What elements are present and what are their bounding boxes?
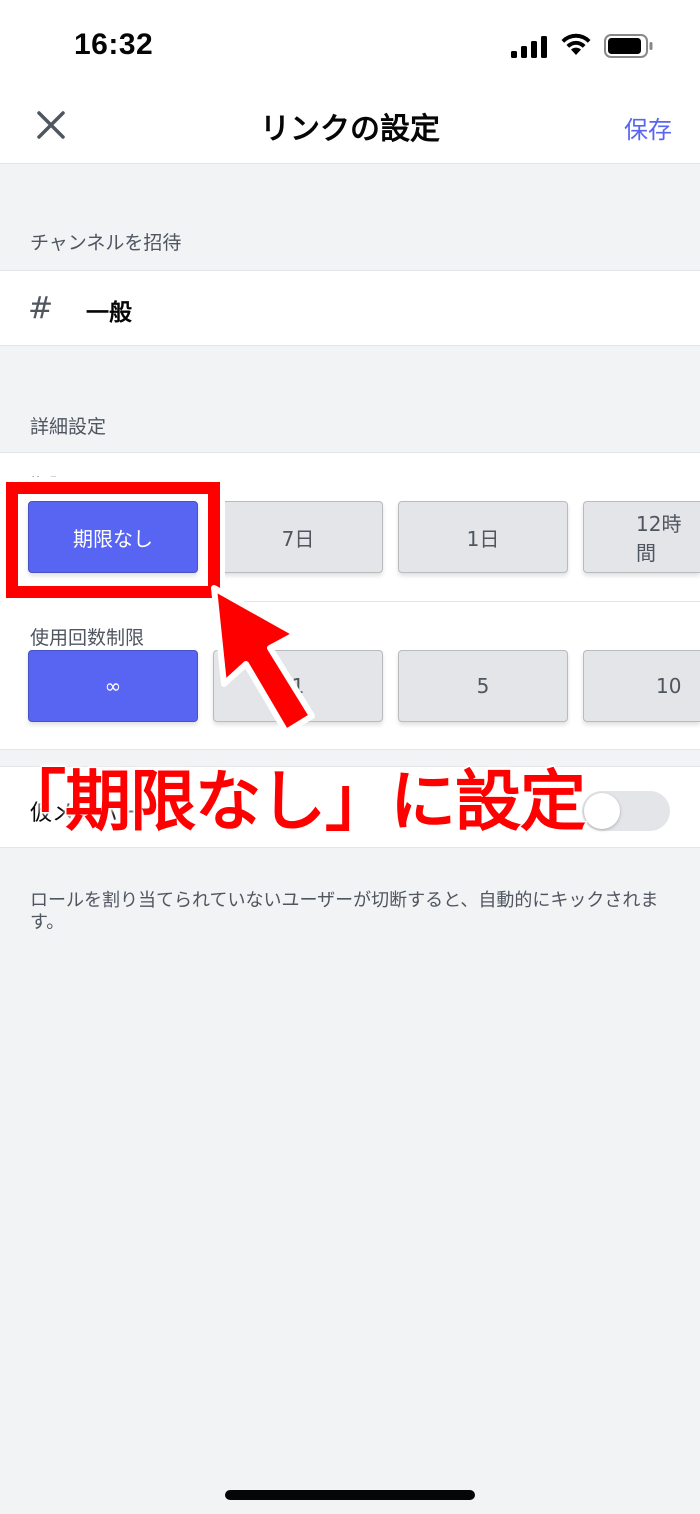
annotation-highlight-box (6, 482, 220, 598)
channel-row[interactable]: # 一般 (0, 270, 700, 346)
home-indicator (225, 1490, 475, 1500)
status-time: 16:32 (74, 28, 154, 61)
expire-option-1d[interactable]: 1日 (398, 501, 568, 573)
max-uses-option-10[interactable]: 10 (583, 650, 700, 722)
max-uses-label: 使用回数制限 (30, 627, 145, 649)
save-button[interactable]: 保存 (624, 110, 672, 145)
max-uses-option-5[interactable]: 5 (398, 650, 568, 722)
annotation-arrow-icon (211, 585, 315, 735)
status-bar: 16:32 (0, 0, 700, 90)
advanced-section-label: 詳細設定 (30, 416, 107, 438)
page-title: リンクの設定 (260, 112, 440, 147)
max-uses-option-infinite[interactable]: ∞ (28, 650, 198, 722)
hash-icon: # (28, 291, 54, 326)
battery-icon (604, 34, 653, 58)
channel-name: 一般 (86, 300, 132, 326)
divider (0, 601, 700, 602)
nav-bar: リンクの設定 保存 (0, 90, 700, 164)
annotation-caption: 「期限なし」に設定 (0, 762, 588, 842)
invite-section-label: チャンネルを招待 (30, 232, 182, 254)
expire-option-12h[interactable]: 12時間 (583, 501, 700, 573)
wifi-icon (561, 33, 591, 55)
temporary-member-help: ロールを割り当てられていないユーザーが切断すると、自動的にキックされます。 (30, 890, 659, 933)
cellular-signal-icon (511, 36, 547, 58)
expire-option-7d[interactable]: 7日 (213, 501, 383, 573)
